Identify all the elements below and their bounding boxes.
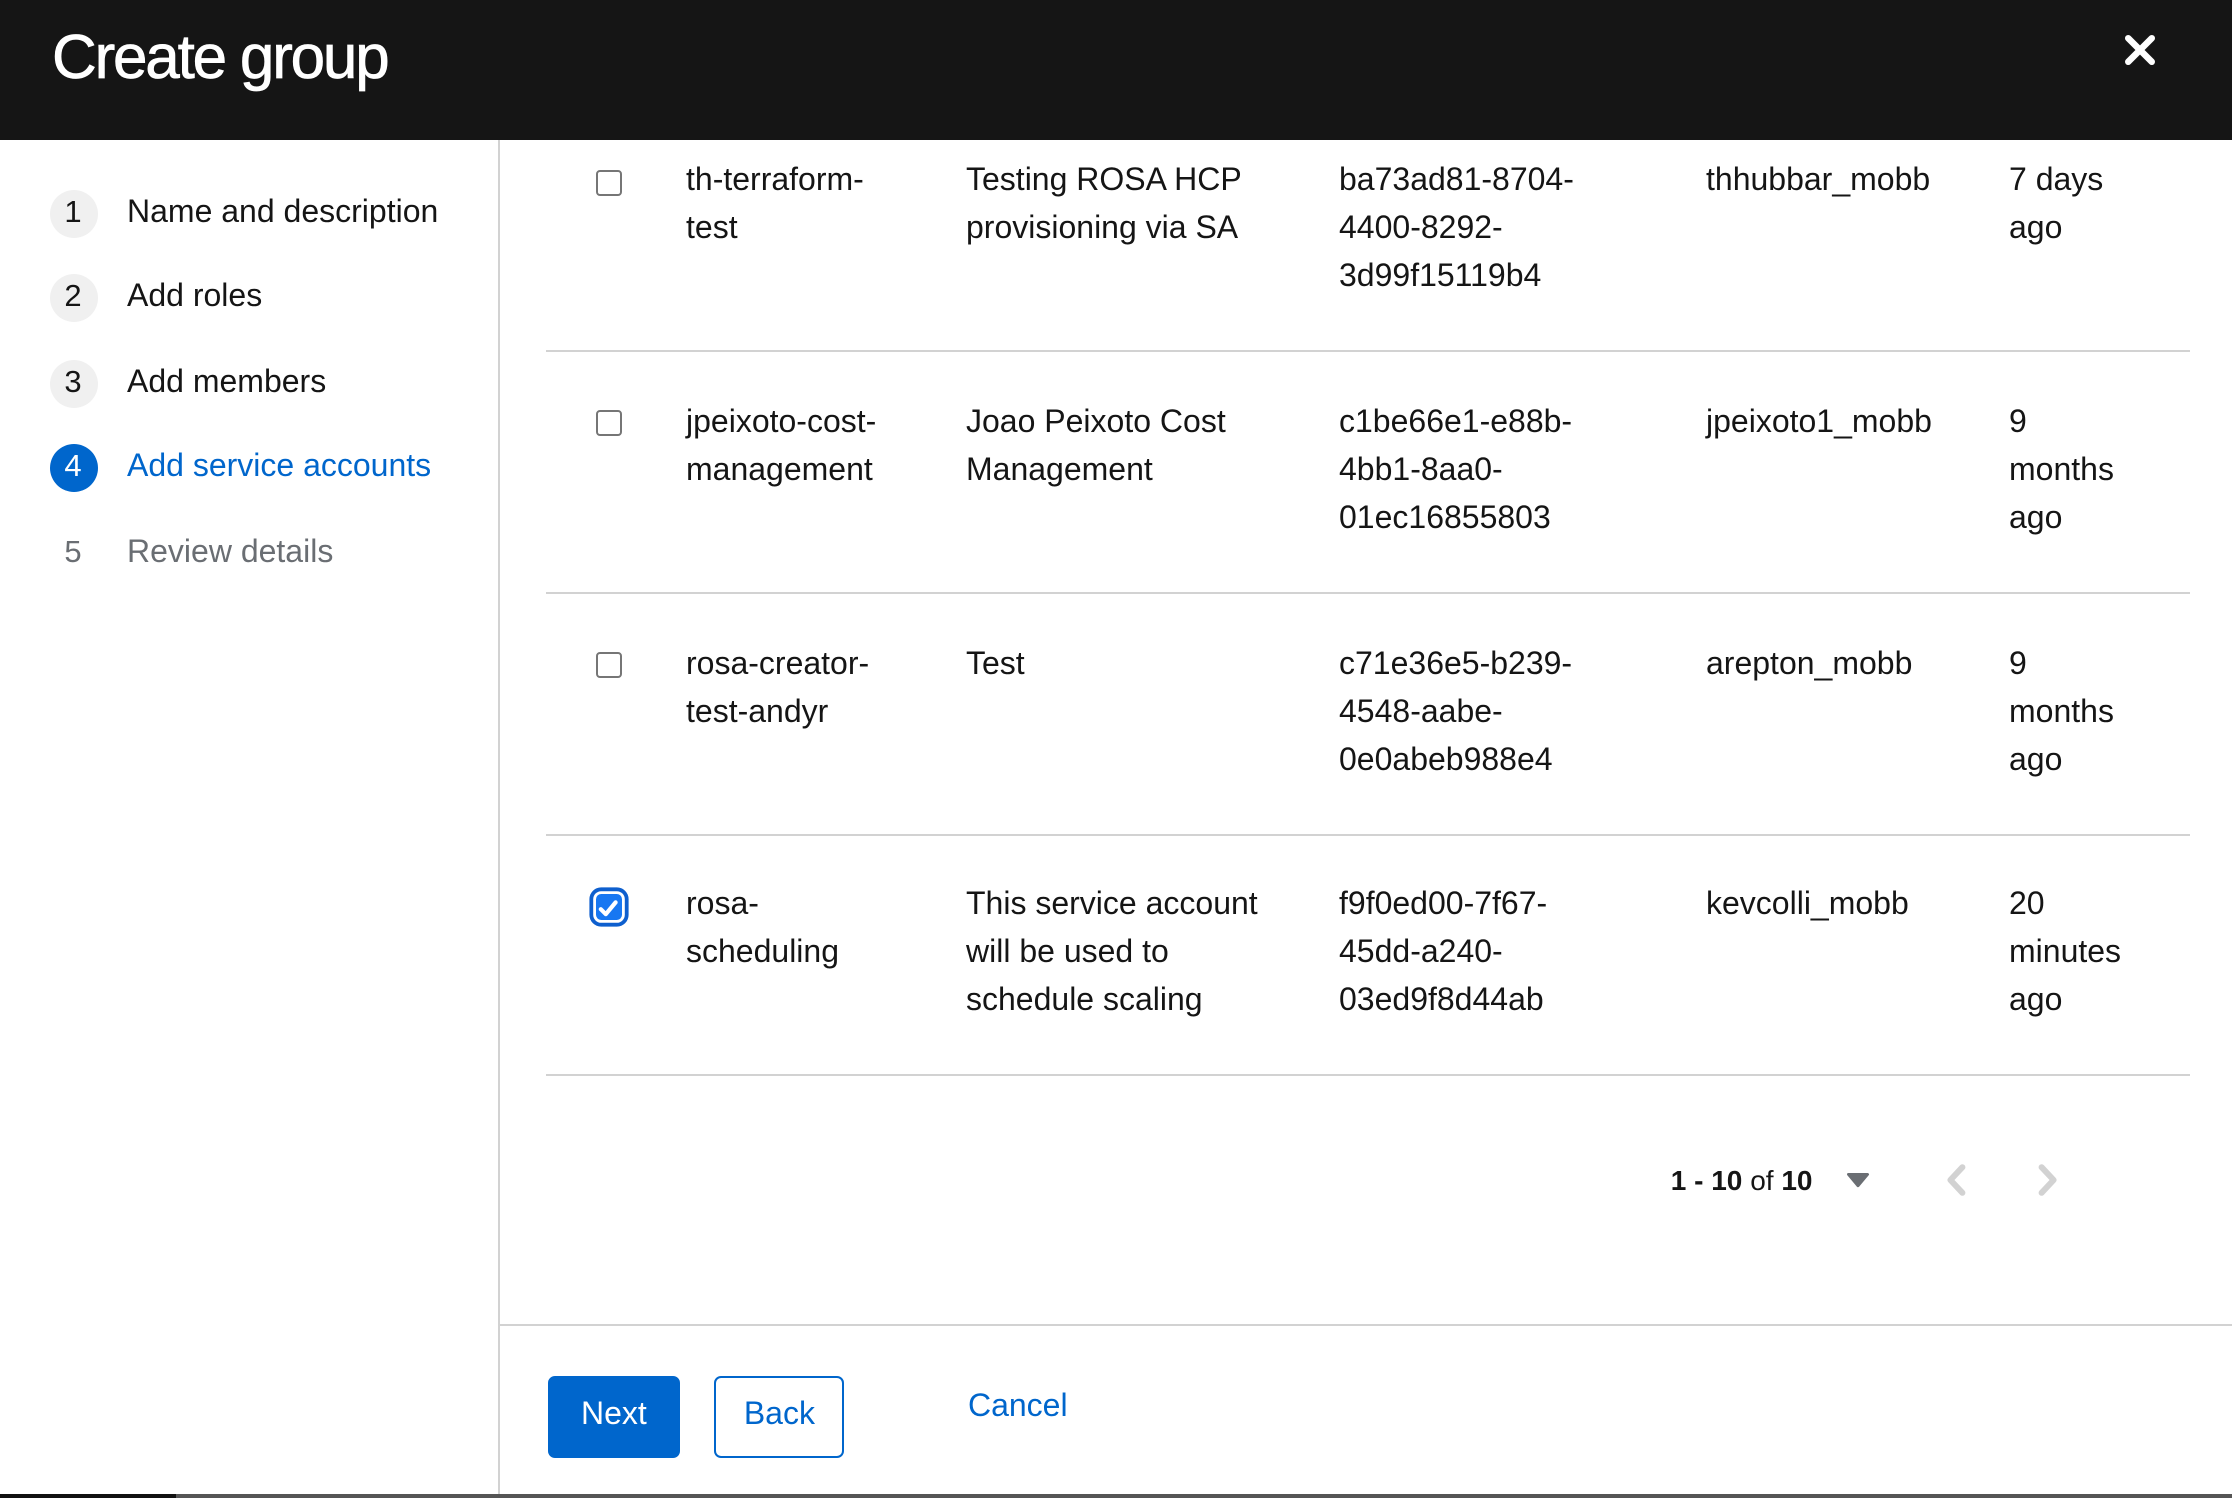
- cell-owner: thhubbar_mobb: [1706, 164, 1931, 198]
- cell-checkbox: [546, 140, 686, 350]
- pagination-total: 10: [1781, 1163, 1813, 1195]
- cell-name: rosa-scheduling: [686, 888, 839, 971]
- angle-left-icon: [1947, 1163, 1966, 1195]
- pagination-range: 1 - 10 of 10: [1671, 1163, 1813, 1195]
- row-checkbox[interactable]: [595, 410, 621, 437]
- cell-description: Test: [966, 647, 1025, 681]
- cell-name: th-terraform-test: [686, 164, 864, 246]
- angle-right-icon: [2039, 1163, 2058, 1195]
- cell-client-id: c1be66e1-e88b-4bb1-8aa0-01ec16855803: [1339, 405, 1573, 536]
- cell-client-id: c71e36e5-b239-4548-aabe-0e0abeb988e4: [1339, 647, 1573, 777]
- cell-checkbox: [546, 835, 686, 1075]
- wizard-body: th-terraform-test Testing ROSA HCP provis…: [499, 140, 2232, 1323]
- table-row: rosa-creator-test-andyr Test c71e36e5-b239…: [546, 594, 2190, 835]
- cell-owner: jpeixoto1_mobb: [1706, 405, 1932, 440]
- close-button[interactable]: [2119, 29, 2159, 69]
- cell-time-created: 7 days ago: [2009, 164, 2104, 246]
- caret-down-icon: [1847, 1171, 1871, 1187]
- close-icon: [2124, 34, 2154, 64]
- step-label: Review details: [127, 535, 334, 570]
- cell-description: Joao Peixoto Cost Management: [966, 405, 1226, 488]
- backdrop-strip: [0, 1494, 2232, 1498]
- step-number: 5: [64, 535, 82, 570]
- next-page-button[interactable]: [2029, 1151, 2069, 1207]
- step-number: 4: [49, 444, 97, 493]
- modal-title: Create group: [52, 22, 390, 93]
- step-number: 2: [49, 274, 97, 323]
- table-row: th-terraform-test Testing ROSA HCP provis…: [546, 140, 2190, 352]
- cell-owner: arepton_mobb: [1706, 647, 1913, 681]
- cell-client-id: ba73ad81-8704-4400-8292-3d99f15119b4: [1339, 164, 1574, 294]
- cell-name: rosa-creator-test-andyr: [686, 647, 870, 729]
- step-number: 1: [49, 189, 97, 237]
- wizard-content: th-terraform-test Testing ROSA HCP provis…: [499, 140, 2232, 1494]
- back-button[interactable]: Back: [713, 1375, 845, 1459]
- step-number: 3: [49, 359, 97, 408]
- cell-owner: kevcolli_mobb: [1706, 888, 1909, 923]
- screen: Create group 1 Name and description 2 Add r…: [0, 0, 2232, 1498]
- wizard-nav: 1 Name and description 2 Add roles 3 Add memb…: [0, 140, 499, 1495]
- service-accounts-table: th-terraform-test Testing ROSA HCP provis…: [546, 140, 2190, 1077]
- pagination-menu-toggle[interactable]: 1 - 10 of 10: [1671, 1163, 1871, 1195]
- wizard-step-add-roles[interactable]: 2 Add roles: [49, 274, 497, 323]
- wizard-step-add-service-accounts[interactable]: 4 Add service accounts: [49, 444, 497, 493]
- cell-checkbox: [546, 352, 686, 592]
- wizard-step-add-members[interactable]: 3 Add members: [49, 359, 497, 408]
- prev-page-button[interactable]: [1937, 1151, 1977, 1207]
- table-row: rosa-scheduling This service account will…: [546, 835, 2190, 1077]
- pagination-range-numbers: 1 - 10: [1670, 1163, 1743, 1195]
- cell-time-created: 9 months ago: [2009, 647, 2114, 777]
- row-checkbox[interactable]: [595, 893, 621, 920]
- pagination: 1 - 10 of 10: [499, 1123, 2232, 1235]
- cancel-button[interactable]: Cancel: [936, 1375, 1100, 1442]
- row-checkbox[interactable]: [595, 169, 621, 195]
- cell-checkbox: [546, 594, 686, 834]
- cell-time-created: 9 months ago: [2009, 405, 2114, 536]
- cell-name: jpeixoto-cost-management: [686, 405, 877, 488]
- wizard-footer: Next Back Cancel: [499, 1323, 2232, 1494]
- modal-main: 1 Name and description 2 Add roles 3 Add memb…: [0, 140, 2232, 1495]
- step-label: Add members: [127, 365, 327, 400]
- cell-description: This service account will be used to sch…: [966, 888, 1258, 1019]
- wizard-step-name-and-description[interactable]: 1 Name and description: [49, 189, 497, 237]
- next-button[interactable]: Next: [547, 1375, 681, 1459]
- table-row: jpeixoto-cost-management Joao Peixoto Cos…: [546, 352, 2190, 594]
- pagination-of-label: of: [1750, 1163, 1774, 1195]
- backdrop-strip-left: [0, 1494, 175, 1498]
- wizard-steps-list: 1 Name and description 2 Add roles 3 Add memb…: [49, 189, 497, 578]
- step-label: Add service accounts: [127, 450, 432, 485]
- step-label: Name and description: [127, 195, 439, 229]
- check-icon: [599, 899, 619, 916]
- cell-client-id: f9f0ed00-7f67-45dd-a240-03ed9f8d44ab: [1339, 888, 1548, 1019]
- create-group-modal: Create group 1 Name and description 2 Add r…: [0, 0, 2232, 1495]
- wizard-step-review-details[interactable]: 5 Review details: [49, 530, 497, 578]
- cell-description: Testing ROSA HCP provisioning via SA: [966, 164, 1242, 246]
- cell-time-created: 20 minutes ago: [2009, 888, 2122, 1019]
- modal-header: Create group: [0, 0, 2232, 140]
- step-label: Add roles: [127, 280, 263, 315]
- row-checkbox[interactable]: [595, 652, 621, 678]
